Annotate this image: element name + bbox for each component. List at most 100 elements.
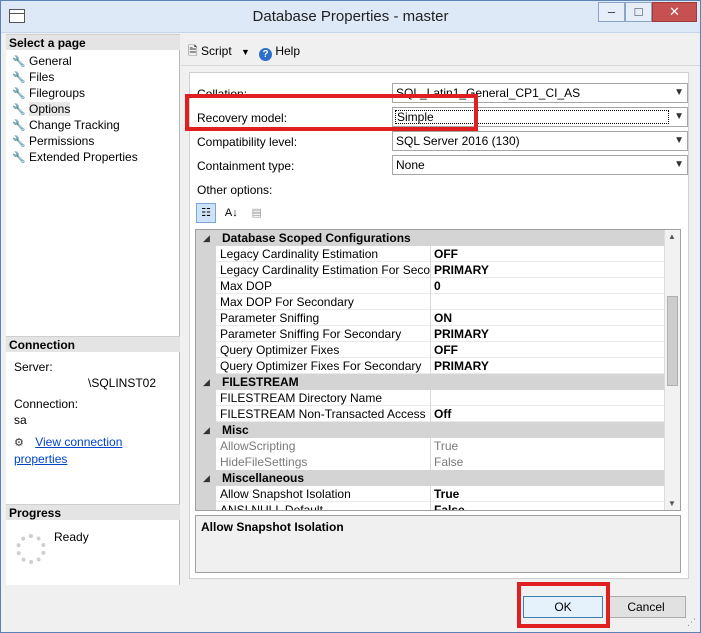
cancel-button[interactable]: Cancel: [606, 596, 686, 618]
property-row[interactable]: AllowScripting True: [196, 438, 664, 454]
column-divider[interactable]: [430, 390, 431, 406]
resize-grip-icon[interactable]: ⋰: [687, 617, 696, 628]
row-gutter: [196, 342, 216, 358]
column-divider[interactable]: [430, 310, 431, 326]
wrench-icon: 🔧: [12, 152, 26, 164]
script-button[interactable]: 🗎 Script ▼: [188, 43, 250, 59]
compatibility-select[interactable]: SQL Server 2016 (130) ▼: [392, 131, 688, 151]
row-gutter: [196, 502, 216, 510]
property-name: Query Optimizer Fixes: [220, 343, 340, 357]
property-value[interactable]: True: [434, 486, 459, 502]
property-category[interactable]: ◢ Miscellaneous: [196, 470, 664, 486]
property-row[interactable]: FILESTREAM Non-Transacted Access Off: [196, 406, 664, 422]
collapse-icon[interactable]: ◢: [203, 230, 210, 246]
row-gutter: [196, 358, 216, 374]
property-name: HideFileSettings: [220, 455, 308, 469]
property-category-name: FILESTREAM: [222, 375, 299, 389]
property-value[interactable]: OFF: [434, 246, 458, 262]
property-row[interactable]: Legacy Cardinality Estimation OFF: [196, 246, 664, 262]
column-divider[interactable]: [430, 502, 431, 510]
property-value[interactable]: ON: [434, 310, 452, 326]
property-grid-scrollbar[interactable]: ▲ ▼: [664, 230, 680, 510]
property-category[interactable]: ◢ Database Scoped Configurations: [196, 230, 664, 246]
property-category[interactable]: ◢ Misc: [196, 422, 664, 438]
column-divider[interactable]: [430, 278, 431, 294]
column-divider[interactable]: [430, 342, 431, 358]
scroll-down-icon[interactable]: ▼: [668, 499, 676, 508]
property-row[interactable]: FILESTREAM Directory Name: [196, 390, 664, 406]
connection-info: Server: \SQLINST02 Connection: sa ⚙ View…: [14, 359, 179, 466]
row-gutter: [196, 310, 216, 326]
property-row[interactable]: ANSI NULL Default False: [196, 502, 664, 510]
page-item[interactable]: 🔧 Change Tracking: [12, 117, 138, 133]
column-divider[interactable]: [430, 454, 431, 470]
property-value[interactable]: PRIMARY: [434, 358, 489, 374]
row-gutter: [196, 294, 216, 310]
script-icon: 🗎: [188, 44, 198, 58]
property-value[interactable]: False: [434, 454, 463, 470]
minimize-button[interactable]: –: [598, 2, 625, 22]
property-value[interactable]: Off: [434, 406, 451, 422]
maximize-button[interactable]: □: [625, 2, 652, 22]
categorized-icon[interactable]: ☷: [196, 203, 216, 223]
property-row[interactable]: Max DOP For Secondary: [196, 294, 664, 310]
property-value[interactable]: OFF: [434, 342, 458, 358]
column-divider[interactable]: [430, 358, 431, 374]
property-category[interactable]: ◢ FILESTREAM: [196, 374, 664, 390]
property-value[interactable]: False: [434, 502, 465, 510]
chevron-down-icon: ▼: [674, 111, 684, 122]
property-value[interactable]: 0: [434, 278, 441, 294]
collapse-icon[interactable]: ◢: [203, 374, 210, 390]
row-gutter: [196, 454, 216, 470]
help-label: Help: [275, 44, 301, 58]
property-grid[interactable]: ◢ Database Scoped Configurations Legacy Ca…: [195, 229, 681, 511]
script-dropdown-icon[interactable]: ▼: [241, 47, 250, 57]
page-item-label: General: [29, 54, 72, 68]
page-item-label: Change Tracking: [29, 118, 120, 132]
help-button[interactable]: ? Help: [259, 43, 301, 61]
collapse-icon[interactable]: ◢: [203, 470, 210, 486]
property-row[interactable]: Parameter Sniffing ON: [196, 310, 664, 326]
window-title: Database Properties - master: [252, 8, 449, 25]
title-bar[interactable]: Database Properties - master – □ ✕: [1, 1, 700, 33]
property-value[interactable]: True: [434, 438, 458, 454]
property-row[interactable]: Allow Snapshot Isolation True: [196, 486, 664, 502]
collapse-icon[interactable]: ◢: [203, 422, 210, 438]
property-name: FILESTREAM Non-Transacted Access: [220, 407, 426, 421]
column-divider[interactable]: [430, 326, 431, 342]
sort-alphabetical-icon[interactable]: A↓: [221, 203, 241, 223]
column-divider[interactable]: [430, 486, 431, 502]
close-button[interactable]: ✕: [652, 2, 697, 22]
page-item[interactable]: 🔧 Permissions: [12, 133, 138, 149]
property-row[interactable]: Parameter Sniffing For Secondary PRIMARY: [196, 326, 664, 342]
property-row[interactable]: HideFileSettings False: [196, 454, 664, 470]
property-row[interactable]: Max DOP 0: [196, 278, 664, 294]
page-item[interactable]: 🔧 Files: [12, 69, 138, 85]
column-divider[interactable]: [430, 246, 431, 262]
column-divider[interactable]: [430, 262, 431, 278]
property-pages-icon[interactable]: ▤: [247, 203, 267, 223]
column-divider[interactable]: [430, 406, 431, 422]
view-connection-properties-link[interactable]: View connection properties: [14, 435, 122, 466]
row-gutter: [196, 262, 216, 278]
column-divider[interactable]: [430, 294, 431, 310]
property-row[interactable]: Query Optimizer Fixes For Secondary PRIMA…: [196, 358, 664, 374]
page-item[interactable]: 🔧 Extended Properties: [12, 149, 138, 165]
column-divider[interactable]: [430, 438, 431, 454]
row-gutter: [196, 438, 216, 454]
property-row[interactable]: Query Optimizer Fixes OFF: [196, 342, 664, 358]
scrollbar-thumb[interactable]: [667, 296, 678, 386]
property-row[interactable]: Legacy Cardinality Estimation For Second…: [196, 262, 664, 278]
page-item[interactable]: 🔧 General: [12, 53, 138, 69]
connection-header: Connection: [6, 336, 180, 352]
property-value[interactable]: PRIMARY: [434, 262, 489, 278]
property-value[interactable]: PRIMARY: [434, 326, 489, 342]
page-item[interactable]: 🔧 Options: [12, 101, 138, 117]
page-item[interactable]: 🔧 Filegroups: [12, 85, 138, 101]
containment-label: Containment type:: [197, 159, 295, 173]
property-name: AllowScripting: [220, 439, 296, 453]
containment-select[interactable]: None ▼: [392, 155, 688, 175]
property-name: Max DOP: [220, 279, 273, 293]
row-gutter: [196, 246, 216, 262]
scroll-up-icon[interactable]: ▲: [668, 232, 676, 241]
